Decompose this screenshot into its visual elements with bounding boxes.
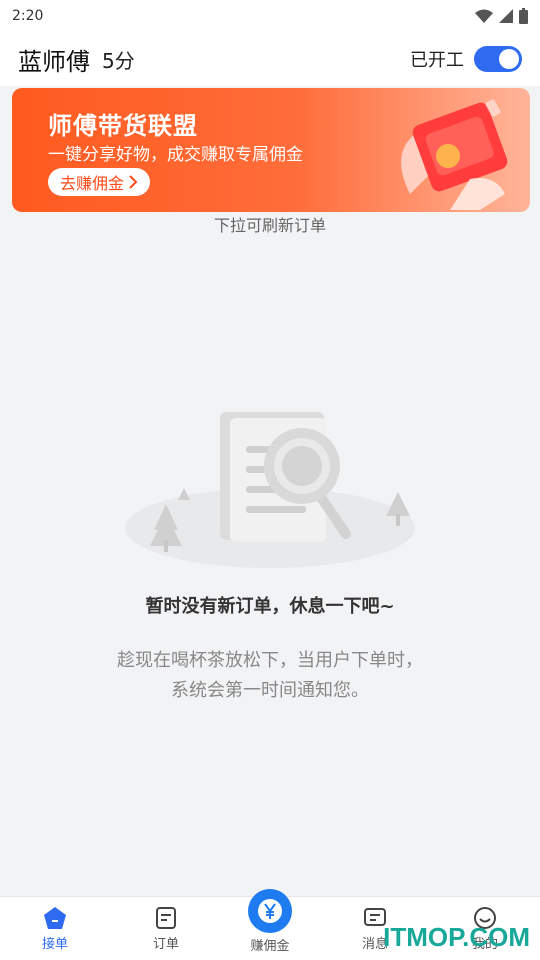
work-status: 已开工 [410,46,522,72]
status-time: 2:20 [12,8,44,24]
order-icon [156,907,176,929]
toggle-knob [499,49,519,69]
nav-item-orders[interactable]: 订单 [126,905,206,952]
nav-label-orders: 订单 [152,937,179,952]
empty-state-line-2: 系统会第一时间通知您。 [171,680,369,701]
earn-commission-button[interactable]: 去赚佣金 [48,168,151,196]
nav-label-accept-orders: 接单 [41,937,68,952]
wifi-icon [475,9,493,23]
signal-icon [499,9,513,23]
yen-icon[interactable] [248,889,292,933]
empty-state-description: 趁现在喝杯茶放松下，当用户下单时， 系统会第一时间通知您。 [0,646,540,706]
pull-to-refresh-hint: 下拉可刷新订单 [213,216,326,235]
empty-state-title: 暂时没有新订单，休息一下吧~ [145,596,395,617]
red-envelope-hand-illustration [401,99,508,210]
nav-item-earn-commission[interactable]: 赚佣金 [230,935,310,954]
earn-commission-label: 去赚佣金 [60,174,125,193]
master-name: 蓝师傅 [18,47,90,76]
home-icon [44,907,66,929]
battery-icon [519,8,528,24]
empty-orders-illustration [125,412,415,568]
work-toggle[interactable] [474,46,522,72]
status-icons [475,8,528,24]
site-watermark: ITMOP.COM [383,922,530,952]
promo-banner[interactable]: 师傅带货联盟 一键分享好物，成交赚取专属佣金 去赚佣金 [12,88,530,212]
header: 蓝师傅 5分 已开工 [0,32,540,86]
nav-label-earn-commission: 赚佣金 [250,939,290,954]
empty-state-line-1: 趁现在喝杯茶放松下，当用户下单时， [117,650,423,671]
master-score: 5分 [102,48,135,73]
chevron-right-icon [129,175,138,189]
work-status-label: 已开工 [410,50,464,71]
banner-subtitle: 一键分享好物，成交赚取专属佣金 [48,145,303,165]
nav-item-accept-orders[interactable]: 接单 [15,905,95,952]
status-bar: 2:20 [0,0,540,32]
banner-title: 师傅带货联盟 [48,112,198,140]
